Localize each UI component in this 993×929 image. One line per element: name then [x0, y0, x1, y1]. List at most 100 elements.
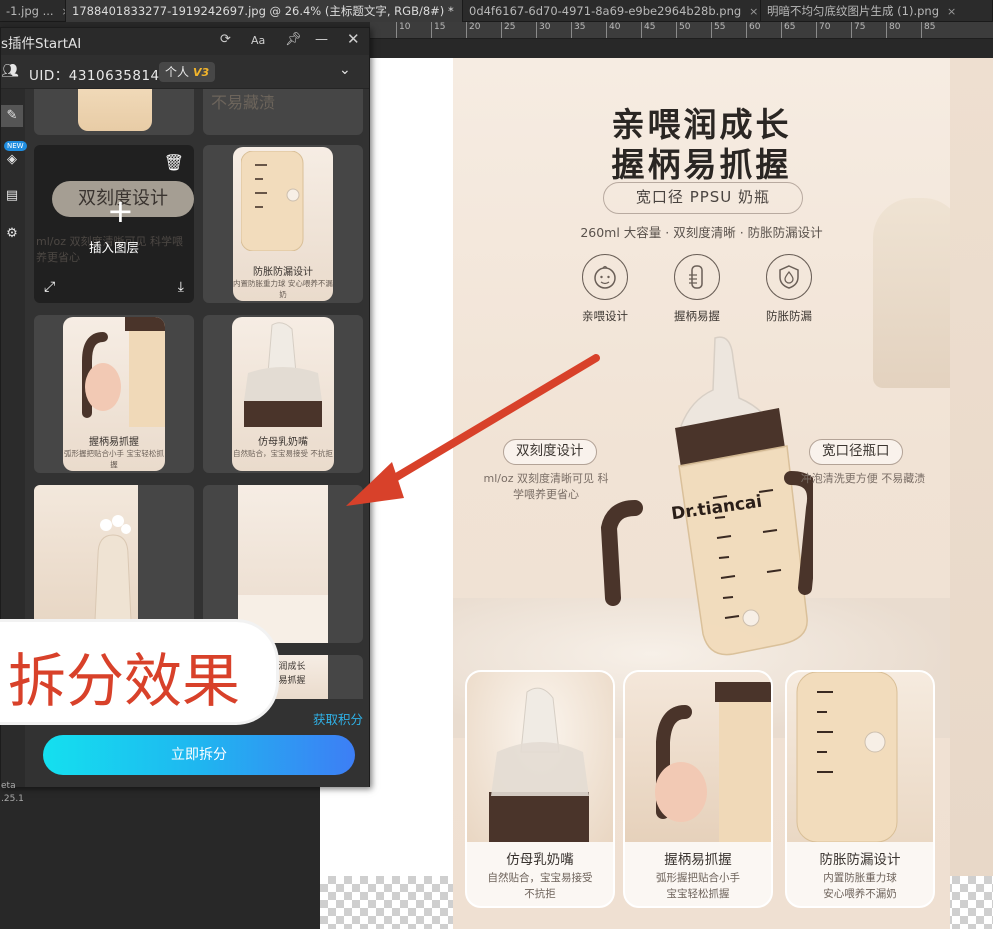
result-cell[interactable]: 仿母乳奶嘴 自然贴合，宝宝易接受 不抗拒 [203, 315, 363, 473]
callout-right: 宽口径瓶口 [809, 439, 903, 465]
card-image [787, 672, 933, 843]
callout-left: 双刻度设计 [503, 439, 597, 465]
user-icon: 👥︎ [1, 63, 19, 79]
close-icon[interactable]: × [947, 5, 956, 18]
thumbnail-title: 握柄易抓握 [89, 437, 139, 448]
card-sub-line: 自然贴合，宝宝易接受 [487, 872, 593, 884]
ruler-label: 40 [606, 22, 620, 38]
minimize-icon[interactable]: — [315, 32, 328, 47]
split-effect-label: 拆分效果 [0, 622, 276, 722]
expand-icon[interactable]: ⤢ [44, 279, 55, 295]
tab-label: -1.jpg ... [6, 4, 54, 18]
ruler-label: 70 [816, 22, 830, 38]
ruler-label: 75 [851, 22, 865, 38]
ruler-label: 15 [431, 22, 445, 38]
ruler-label: 25 [501, 22, 515, 38]
callout-left-sub: ml/oz 双刻度清晰可见 科学喂养更省心 [483, 472, 609, 501]
pin-icon[interactable]: 📌︎ [285, 32, 302, 47]
trash-icon[interactable]: 🗑︎ [164, 153, 184, 172]
hand-grip-icon [674, 254, 720, 300]
document-tab-bar: -1.jpg ... × 1788401833277-1919242697.jp… [0, 0, 993, 22]
plan-label: 个人 [165, 65, 190, 79]
photoshop-window: -1.jpg ... × 1788401833277-1919242697.jp… [0, 0, 993, 929]
result-cell[interactable] [203, 485, 363, 643]
canvas-right-strip [950, 58, 993, 876]
plan-tier: V3 [193, 66, 210, 79]
close-icon[interactable]: ✕ [347, 30, 360, 48]
get-points-link[interactable]: 获取积分 [313, 709, 363, 728]
horizontal-ruler[interactable]: 10 15 20 25 30 35 40 45 50 55 60 65 70 7… [370, 22, 993, 39]
insert-layer-label[interactable]: 插入图层 [34, 237, 194, 256]
thumbnail-subtitle: 弧形握把贴合小手 宝宝轻松抓握 [64, 449, 164, 469]
refresh-icon[interactable]: ⟳ [220, 32, 231, 47]
product-poster[interactable]: 亲喂润成长 握柄易抓握 宽口径 PPSU 奶瓶 260ml 大容量 · 双刻度清… [453, 58, 950, 929]
document-tab-4[interactable]: 明暗不均匀底纹图片生成 (1).png × [761, 0, 993, 22]
result-thumbnail[interactable]: 防胀防漏设计 内置防胀重力球 安心喂养不漏奶 [233, 147, 333, 301]
layers-icon[interactable]: ◈ [1, 149, 23, 171]
baby-face-icon [582, 254, 628, 300]
download-icon[interactable]: ⤓ [178, 279, 184, 295]
card-sub-line: 宝宝轻松抓握 [666, 888, 730, 900]
card-title: 握柄易抓握 [664, 852, 732, 868]
feature-label: 握柄易握 [674, 309, 720, 323]
card-subtitle: 自然贴合，宝宝易接受 不抗拒 [467, 870, 613, 902]
card-sub-line: 不抗拒 [524, 888, 556, 900]
result-thumbnail[interactable]: 仿母乳奶嘴 自然贴合，宝宝易接受 不抗拒 [232, 317, 334, 471]
document-icon[interactable]: ▤ [1, 185, 23, 207]
tab-label: 明暗不均匀底纹图片生成 (1).png [767, 4, 939, 18]
thumbnail-subtitle: 自然贴合，宝宝易接受 不抗拒 [233, 449, 333, 458]
card-title: 仿母乳奶嘴 [506, 852, 574, 868]
card-sub-line: 弧形握把贴合小手 [656, 872, 740, 884]
beta-label: eta .25.1 [1, 780, 24, 806]
ruler-label: 85 [921, 22, 935, 38]
card-image [467, 672, 613, 842]
feature-card: 握柄易抓握 弧形握把贴合小手 宝宝轻松抓握 [623, 670, 773, 908]
result-cell[interactable] [34, 89, 194, 135]
split-result-grid[interactable]: 不易藏渍 ml/oz 双刻度清晰可见 科学喂养更省心 双刻度设计 + 插入图层 … [25, 89, 369, 699]
result-thumbnail[interactable] [34, 485, 138, 643]
ruler-label: 80 [886, 22, 900, 38]
result-cell[interactable]: 防胀防漏设计 内置防胀重力球 安心喂养不漏奶 [203, 145, 363, 303]
gear-icon[interactable]: ⚙ [1, 223, 23, 245]
plan-badge: 个人 V3 [159, 62, 216, 82]
close-icon[interactable]: × [749, 5, 758, 18]
poster-title-line2: 握柄易抓握 [611, 145, 792, 184]
document-tab-2[interactable]: 1788401833277-1919242697.jpg @ 26.4% (主标… [66, 0, 463, 22]
ghost-text: 不易藏渍 [211, 93, 276, 112]
chevron-down-icon[interactable]: ⌄ [339, 62, 351, 78]
panel-header[interactable]: s插件StartAI ⟳ Aa 📌︎ — ✕ [1, 28, 369, 55]
result-thumbnail[interactable] [78, 89, 152, 131]
poster-subtitle: 260ml 大容量 · 双刻度清晰 · 防胀防漏设计 [580, 225, 823, 240]
result-cell[interactable] [34, 485, 194, 643]
card-title: 防胀防漏设计 [819, 852, 901, 868]
account-row[interactable]: 👥︎ UID：4310635814 个人 V3 ⌄ [1, 55, 369, 89]
result-cell[interactable]: 握柄易抓握 弧形握把贴合小手 宝宝轻松抓握 [34, 315, 194, 473]
split-effect-text: 拆分效果 [8, 647, 241, 715]
document-tab-3[interactable]: 0d4f6167-6d70-4971-8a69-e9be2964b28b.png… [463, 0, 761, 22]
feature-label: 亲喂设计 [582, 309, 628, 323]
ruler-label: 45 [641, 22, 655, 38]
card-subtitle: 内置防胀重力球 安心喂养不漏奶 [787, 870, 933, 902]
card-subtitle: 弧形握把贴合小手 宝宝轻松抓握 [625, 870, 771, 902]
ruler-label: 50 [676, 22, 690, 38]
edit-icon[interactable]: ✎ [1, 105, 23, 127]
feature-item: 握柄易握 [657, 254, 737, 324]
result-cell[interactable]: 不易藏渍 [203, 89, 363, 135]
ruler-label: 35 [571, 22, 585, 38]
panel-title: s插件StartAI [1, 36, 82, 52]
tab-label: 0d4f6167-6d70-4971-8a69-e9be2964b28b.png [469, 4, 742, 18]
plus-icon[interactable]: + [107, 195, 134, 227]
ruler-label: 60 [746, 22, 760, 38]
font-size-icon[interactable]: Aa [251, 34, 265, 47]
card-image [625, 672, 771, 842]
feature-item: 防胀防漏 [749, 254, 829, 324]
ruler-label: 55 [711, 22, 725, 38]
feature-item: 亲喂设计 [565, 254, 645, 324]
split-now-button[interactable]: 立即拆分 [43, 735, 355, 775]
document-tab-1[interactable]: -1.jpg ... × [0, 0, 66, 22]
result-cell-selected[interactable]: ml/oz 双刻度清晰可见 科学喂养更省心 双刻度设计 + 插入图层 🗑︎ ⤢ … [34, 145, 194, 303]
result-thumbnail[interactable] [238, 485, 328, 643]
result-thumbnail[interactable]: 握柄易抓握 弧形握把贴合小手 宝宝轻松抓握 [63, 317, 165, 471]
drop-shield-icon [766, 254, 812, 300]
ruler-label: 65 [781, 22, 795, 38]
